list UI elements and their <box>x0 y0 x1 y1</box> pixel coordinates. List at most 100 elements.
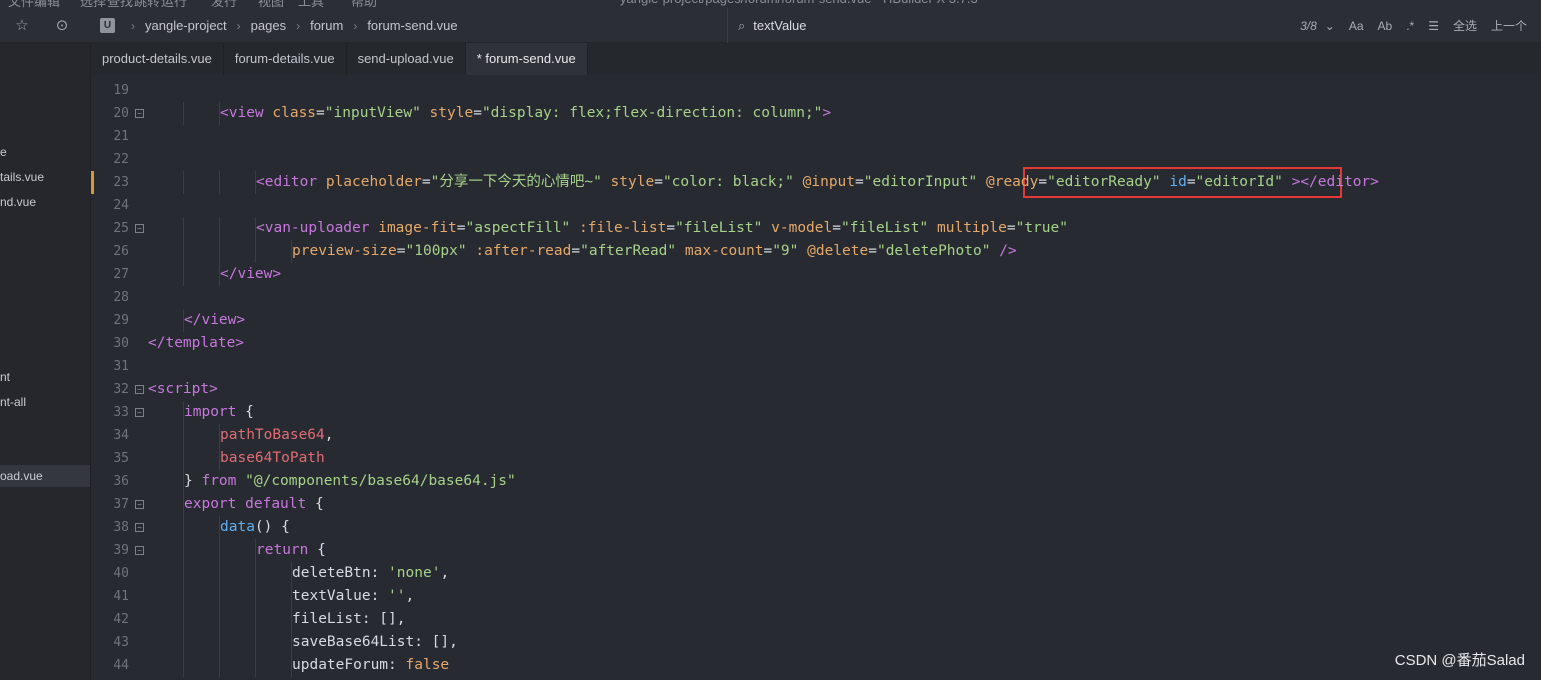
fold-toggle-icon[interactable]: − <box>135 500 144 509</box>
fold-toggle-icon[interactable]: − <box>135 224 144 233</box>
menu-item[interactable]: 发行 <box>211 0 237 8</box>
select-all-button[interactable]: 全选 <box>1453 17 1477 34</box>
code-text[interactable]: base64ToPath <box>220 447 325 470</box>
menu-item[interactable]: 文件 <box>8 0 34 8</box>
code-line[interactable]: 21 <box>91 125 1541 148</box>
menu-item[interactable]: 工具 <box>298 0 324 8</box>
tab-forum-send-vue[interactable]: * forum-send.vue <box>465 43 588 75</box>
menu-item[interactable]: 选择 <box>80 0 106 8</box>
code-text[interactable]: saveBase64List: [], <box>292 631 458 654</box>
code-text[interactable]: preview-size="100px" :after-read="afterR… <box>292 240 1017 263</box>
sidebar-item[interactable]: oad.vue <box>0 465 90 487</box>
tab-forum-details-vue[interactable]: forum-details.vue <box>224 43 347 75</box>
code-line[interactable]: 31 <box>91 355 1541 378</box>
menu-item[interactable]: 跳转 <box>134 0 160 8</box>
code-text[interactable]: data() { <box>220 516 290 539</box>
code-text[interactable]: deleteBtn: 'none', <box>292 562 449 585</box>
code-line[interactable]: 32− <script> <box>91 378 1541 401</box>
code-line[interactable]: 27 </view> <box>91 263 1541 286</box>
menu-item[interactable]: 运行 <box>161 0 187 8</box>
code-line[interactable]: 38− data() { <box>91 516 1541 539</box>
code-text[interactable]: fileList: [], <box>292 608 406 631</box>
code-line[interactable]: 28 <box>91 286 1541 309</box>
fold-toggle-icon[interactable]: − <box>135 109 144 118</box>
code-line[interactable]: 26 preview-size="100px" :after-read="afte… <box>91 240 1541 263</box>
fold-toggle-icon[interactable]: − <box>135 408 144 417</box>
run-icon[interactable]: ⊙ <box>53 17 71 35</box>
code-text[interactable]: </view> <box>220 263 281 286</box>
menu-item[interactable]: 编辑 <box>34 0 60 8</box>
breadcrumb-item[interactable]: yangle-project <box>145 18 227 33</box>
breadcrumb-item[interactable]: forum-send.vue <box>367 18 457 33</box>
line-number: 42 <box>113 612 129 627</box>
prev-match-button[interactable]: 上一个 <box>1491 17 1527 34</box>
sidebar-item[interactable]: tails.vue <box>0 166 90 188</box>
sidebar-item[interactable]: nt <box>0 366 90 388</box>
breadcrumb-item[interactable]: pages <box>251 18 286 33</box>
code-text[interactable]: pathToBase64, <box>220 424 334 447</box>
menu-item[interactable]: 查找 <box>107 0 133 8</box>
code-line[interactable]: 34 pathToBase64, <box>91 424 1541 447</box>
fold-toggle-icon[interactable]: − <box>135 385 144 394</box>
code-text[interactable]: <view class="inputView" style="display: … <box>220 102 831 125</box>
code-line[interactable]: 29 </view> <box>91 309 1541 332</box>
code-line[interactable]: 23 <editor placeholder="分享一下今天的心情吧~" styl… <box>91 171 1541 194</box>
code-text[interactable]: import { <box>184 401 254 424</box>
code-line[interactable]: 35 base64ToPath <box>91 447 1541 470</box>
code-text[interactable]: textValue: '', <box>292 585 414 608</box>
code-line[interactable]: 33− import { <box>91 401 1541 424</box>
code-text[interactable]: </template> <box>148 332 244 355</box>
menu-item[interactable]: 帮助 <box>351 0 377 8</box>
code-text[interactable]: export default { <box>184 493 324 516</box>
code-line[interactable]: 42 fileList: [], <box>91 608 1541 631</box>
code-token: :file-list <box>579 220 667 236</box>
whole-word-toggle[interactable]: Ab <box>1378 19 1393 33</box>
find-bar[interactable]: ⌕ textValue <box>738 8 807 43</box>
code-text[interactable]: <script> <box>148 378 218 401</box>
regex-toggle[interactable]: .* <box>1406 19 1414 33</box>
code-token: pathToBase64 <box>220 427 325 443</box>
fold-toggle-icon[interactable]: − <box>135 546 144 555</box>
code-line[interactable]: 37− export default { <box>91 493 1541 516</box>
code-token: <editor <box>256 174 326 190</box>
menu-item[interactable]: 视图 <box>258 0 284 8</box>
code-line[interactable]: 19 <box>91 79 1541 102</box>
code-line[interactable]: 39− return { <box>91 539 1541 562</box>
sidebar-item[interactable]: e <box>0 141 90 163</box>
code-text[interactable]: updateForum: false <box>292 654 449 677</box>
match-case-toggle[interactable]: Aa <box>1349 19 1364 33</box>
code-token: data <box>220 519 255 535</box>
code-line[interactable]: 30 </template> <box>91 332 1541 355</box>
code-line[interactable]: 41 textValue: '', <box>91 585 1541 608</box>
chevron-down-icon[interactable]: ⌄ <box>1325 19 1335 33</box>
code-line[interactable]: 36} from "@/components/base64/base64.js" <box>91 470 1541 493</box>
code-text[interactable]: <editor placeholder="分享一下今天的心情吧~" style=… <box>256 171 1379 194</box>
code-editor[interactable]: 19 20− <view class="inputView" style="disp… <box>91 75 1541 680</box>
code-line[interactable]: 20− <view class="inputView" style="displa… <box>91 102 1541 125</box>
lines-icon[interactable]: ☰ <box>1428 19 1439 33</box>
search-input[interactable]: textValue <box>753 18 806 33</box>
code-line[interactable]: 43 saveBase64List: [], <box>91 631 1541 654</box>
code-token: = <box>571 243 581 259</box>
tab-send-upload-vue[interactable]: send-upload.vue <box>347 43 466 75</box>
sidebar-item[interactable]: nt-all <box>0 391 90 413</box>
line-number: 28 <box>113 290 129 305</box>
code-line[interactable]: 44 updateForum: false <box>91 654 1541 677</box>
tab-product-details-vue[interactable]: product-details.vue <box>91 43 224 75</box>
code-line[interactable]: 24 <box>91 194 1541 217</box>
code-line[interactable]: 25− <van-uploader image-fit="aspectFill" … <box>91 217 1541 240</box>
sidebar-item[interactable]: nd.vue <box>0 191 90 213</box>
code-text[interactable]: <van-uploader image-fit="aspectFill" :fi… <box>256 217 1068 240</box>
code-line[interactable]: 40 deleteBtn: 'none', <box>91 562 1541 585</box>
star-icon[interactable]: ☆ <box>13 17 31 35</box>
code-token: = <box>1038 174 1048 190</box>
fold-toggle-icon[interactable]: − <box>135 523 144 532</box>
code-text[interactable]: return { <box>256 539 326 562</box>
code-text[interactable]: </view> <box>184 309 245 332</box>
code-text[interactable]: } from "@/components/base64/base64.js" <box>184 470 516 493</box>
match-count: 3/8 <box>1300 18 1317 33</box>
breadcrumb-item[interactable]: forum <box>310 18 343 33</box>
code-line[interactable]: 22 <box>91 148 1541 171</box>
line-number: 34 <box>113 428 129 443</box>
